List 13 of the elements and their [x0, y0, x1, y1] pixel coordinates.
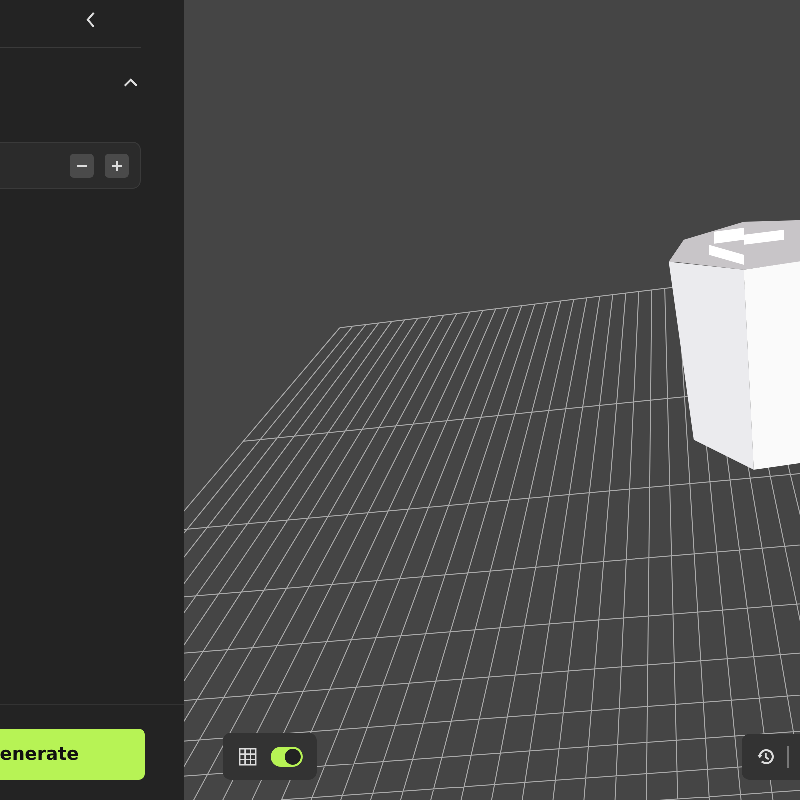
- collapse-section-button[interactable]: [123, 78, 139, 88]
- number-field[interactable]: [0, 142, 141, 189]
- chevron-up-icon: [123, 78, 139, 88]
- plus-icon: [111, 160, 123, 172]
- grid-icon: [239, 748, 257, 766]
- grid-toggle[interactable]: [271, 746, 303, 766]
- generate-button[interactable]: enerate: [0, 729, 145, 780]
- grid-button[interactable]: [239, 748, 257, 766]
- history-icon: [757, 748, 775, 766]
- increment-button[interactable]: [105, 154, 129, 178]
- history-button[interactable]: [757, 748, 775, 766]
- decrement-button[interactable]: [70, 154, 94, 178]
- chevron-left-icon: [85, 11, 97, 29]
